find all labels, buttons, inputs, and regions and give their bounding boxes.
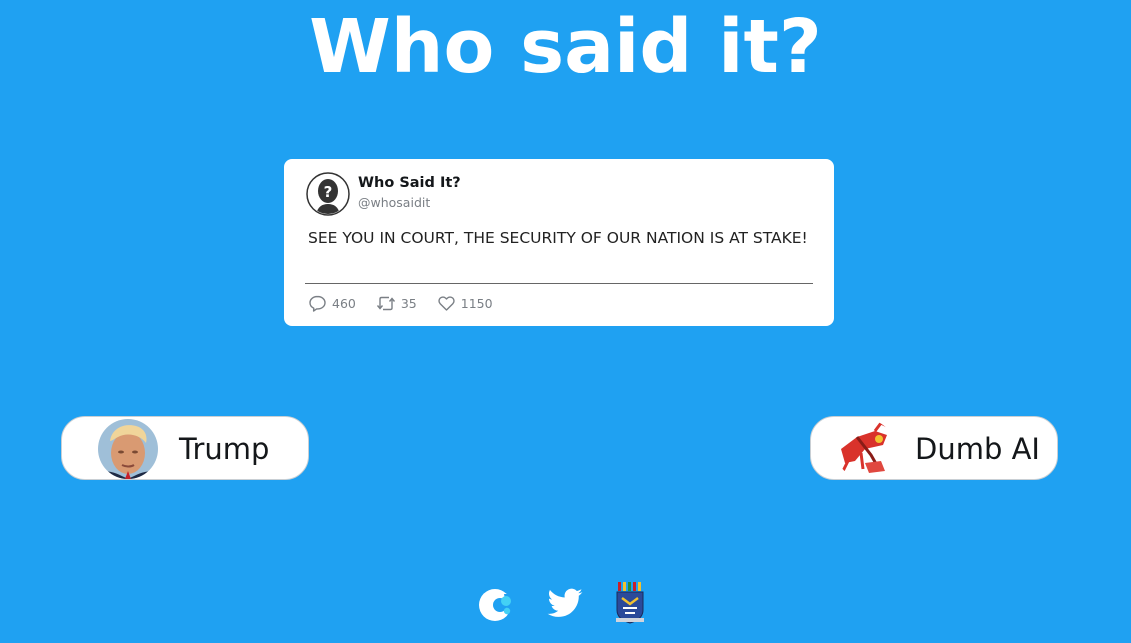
tweet-account-name: Who Said It? bbox=[358, 175, 461, 191]
retweet-stat[interactable]: 35 bbox=[376, 294, 417, 313]
university-crest-icon bbox=[614, 582, 646, 630]
reply-stat[interactable]: 460 bbox=[308, 294, 356, 313]
twitter-bird-icon bbox=[546, 588, 584, 630]
app-logo-link[interactable] bbox=[476, 580, 516, 630]
retweet-icon bbox=[376, 294, 396, 313]
robot-avatar bbox=[835, 419, 895, 479]
tweet-card: ? Who Said It? @whosaidit SEE YOU IN COU… bbox=[284, 159, 834, 326]
heart-icon bbox=[437, 294, 456, 313]
choice-trump-label: Trump bbox=[179, 432, 270, 466]
university-link[interactable] bbox=[614, 580, 646, 630]
tweet-handle: @whosaidit bbox=[358, 195, 431, 210]
choice-trump-button[interactable]: Trump bbox=[61, 416, 309, 480]
reply-count: 460 bbox=[332, 295, 356, 311]
like-stat[interactable]: 1150 bbox=[437, 294, 493, 313]
footer-links bbox=[476, 580, 656, 626]
reply-icon bbox=[308, 294, 327, 313]
svg-text:?: ? bbox=[324, 183, 333, 201]
choice-dumb-ai-label: Dumb AI bbox=[915, 432, 1040, 466]
app-logo-icon bbox=[476, 589, 516, 630]
retweet-count: 35 bbox=[400, 295, 417, 311]
question-mark-silhouette-icon: ? bbox=[306, 172, 350, 216]
tweet-divider bbox=[305, 283, 813, 284]
like-count: 1150 bbox=[460, 295, 493, 311]
tweet-text: SEE YOU IN COURT, THE SECURITY OF OUR NA… bbox=[308, 229, 808, 247]
tweet-stats: 460 35 1150 bbox=[308, 293, 513, 313]
page-title: Who said it? bbox=[309, 4, 822, 90]
twitter-link[interactable] bbox=[546, 580, 584, 630]
choice-dumb-ai-button[interactable]: Dumb AI bbox=[810, 416, 1058, 480]
trump-avatar bbox=[98, 419, 158, 479]
